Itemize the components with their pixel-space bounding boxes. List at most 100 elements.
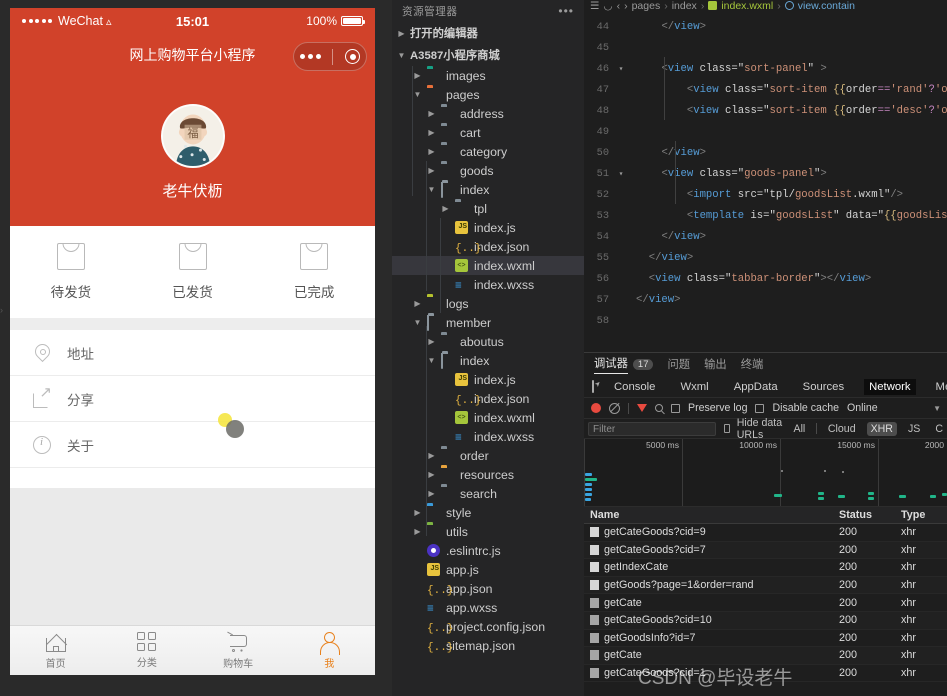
devtab-appdata[interactable]: AppData [729, 379, 783, 395]
tree-item-goods[interactable]: ▶ goods [392, 161, 584, 180]
breadcrumb-item-pages[interactable]: pages [632, 0, 661, 11]
column-header-status[interactable]: Status [839, 509, 901, 521]
tree-item-sitemap-json[interactable]: {..} sitemap.json [392, 636, 584, 655]
code-line[interactable]: 54 </view> [584, 227, 947, 248]
tree-item-index-wxss[interactable]: ≡ index.wxss [392, 275, 584, 294]
tree-item-app-json[interactable]: {..} app.json [392, 579, 584, 598]
tree-item-order[interactable]: ▶ order [392, 446, 584, 465]
breadcrumb-split-icon[interactable]: ◡ [603, 0, 612, 11]
menu-row-address[interactable]: 地址 [10, 330, 375, 376]
breadcrumb-item-file[interactable]: index.wxml [721, 0, 773, 11]
project-root-section[interactable]: ▼ A3587小程序商城 [392, 44, 584, 66]
inspect-element-icon[interactable] [592, 380, 594, 393]
tree-item-images[interactable]: ▶ images [392, 66, 584, 85]
network-timeline[interactable]: 5000 ms 10000 ms 15000 ms 2000 [584, 439, 947, 507]
tree-item-member[interactable]: ▼ member [392, 313, 584, 332]
tree-item-index[interactable]: ▼ index [392, 180, 584, 199]
explorer-more-icon[interactable]: ••• [558, 4, 574, 18]
tree-item-logs[interactable]: ▶ logs [392, 294, 584, 313]
fold-chevron-icon[interactable]: ▾ [614, 59, 628, 80]
filter-type-all[interactable]: All [790, 422, 810, 436]
tree-item-address[interactable]: ▶ address [392, 104, 584, 123]
code-line[interactable]: 45 [584, 38, 947, 59]
tree-item-resources[interactable]: ▶ resources [392, 465, 584, 484]
throttling-select[interactable]: Online [847, 402, 878, 414]
filter-type-cloud[interactable]: Cloud [824, 422, 860, 436]
clear-button[interactable] [609, 402, 620, 414]
code-line[interactable]: 49 [584, 122, 947, 143]
code-line[interactable]: 47 <view class="sort-item {{order=='rand… [584, 80, 947, 101]
network-request-row[interactable]: getCateGoods?cid=9 200 xhr [584, 524, 947, 542]
order-cell-pending-ship[interactable]: 待发货 [10, 243, 132, 301]
disable-cache-checkbox[interactable] [755, 403, 765, 413]
tree-item--eslintrc-js[interactable]: .eslintrc.js [392, 541, 584, 560]
tree-item-app-wxss[interactable]: ≡ app.wxss [392, 598, 584, 617]
tree-item-aboutus[interactable]: ▶ aboutus [392, 332, 584, 351]
breadcrumb-menu-icon[interactable]: ☰ [590, 0, 599, 11]
tree-item-utils[interactable]: ▶ utils [392, 522, 584, 541]
network-request-row[interactable]: getGoodsInfo?id=7 200 xhr [584, 630, 947, 648]
tree-item-index-json[interactable]: {..} index.json [392, 389, 584, 408]
code-line[interactable]: 51 ▾ <view class="goods-panel"> [584, 164, 947, 185]
tab-category[interactable]: 分类 [101, 626, 192, 675]
tree-item-index-js[interactable]: JS index.js [392, 370, 584, 389]
tree-item-tpl[interactable]: ▶ tpl [392, 199, 584, 218]
fold-chevron-icon[interactable]: ▾ [614, 164, 628, 185]
tree-item-style[interactable]: ▶ style [392, 503, 584, 522]
tree-item-pages[interactable]: ▼ pages [392, 85, 584, 104]
record-button[interactable] [591, 403, 601, 413]
breadcrumb-item-index[interactable]: index [672, 0, 697, 11]
filter-input[interactable]: Filter [588, 421, 716, 436]
network-request-row[interactable]: getCate 200 xhr [584, 594, 947, 612]
network-request-row[interactable]: getGoods?page=1&order=rand 200 xhr [584, 576, 947, 595]
more-menu-icon[interactable] [299, 54, 321, 59]
tree-item-index[interactable]: ▼ index [392, 351, 584, 370]
tab-home[interactable]: 首页 [10, 626, 101, 675]
tab-terminal[interactable]: 终端 [741, 356, 764, 374]
code-line[interactable]: 53 <template is="goodsList" data="{{good… [584, 206, 947, 227]
order-cell-completed[interactable]: 已完成 [253, 243, 375, 301]
menu-row-about[interactable]: 关于 [10, 422, 375, 468]
devtab-memory[interactable]: Memory [931, 379, 947, 395]
tab-debugger[interactable]: 调试器 [594, 355, 628, 374]
hide-data-urls-checkbox[interactable] [723, 424, 730, 433]
tree-item-index-js[interactable]: JS index.js [392, 218, 584, 237]
tree-item-category[interactable]: ▶ category [392, 142, 584, 161]
tree-item-index-wxml[interactable]: <> index.wxml [392, 408, 584, 427]
avatar[interactable]: 福 [160, 103, 225, 168]
network-request-row[interactable]: getCateGoods?cid=7 200 xhr [584, 541, 947, 560]
menu-row-share[interactable]: 分享 [10, 376, 375, 422]
tree-item-index-wxss[interactable]: ≡ index.wxss [392, 427, 584, 446]
column-header-name[interactable]: Name [584, 509, 839, 521]
open-editors-section[interactable]: ▶ 打开的编辑器 [392, 22, 584, 44]
capsule-button[interactable] [293, 42, 367, 71]
network-request-row[interactable]: getCateGoods?cid=10 200 xhr [584, 611, 947, 630]
search-icon[interactable] [655, 404, 663, 412]
preserve-log-checkbox[interactable] [671, 403, 680, 413]
tab-cart[interactable]: 购物车 [193, 626, 284, 675]
tree-item-search[interactable]: ▶ search [392, 484, 584, 503]
code-line[interactable]: 55 </view> [584, 248, 947, 269]
tree-item-index-json[interactable]: {..} index.json [392, 237, 584, 256]
breadcrumb-back-icon[interactable]: ‹ [617, 0, 621, 11]
filter-type-xhr[interactable]: XHR [866, 421, 897, 436]
code-content[interactable]: 44 </view> 45 46 ▾ <view class="sort-panel"… [584, 11, 947, 332]
tree-item-index-wxml[interactable]: <> index.wxml [392, 256, 584, 275]
code-line[interactable]: 44 </view> [584, 17, 947, 38]
code-line[interactable]: 50 </view> [584, 143, 947, 164]
column-header-type[interactable]: Type [901, 509, 947, 521]
devtab-sources[interactable]: Sources [798, 379, 849, 395]
code-line[interactable]: 48 <view class="sort-item {{order=='desc… [584, 101, 947, 122]
devtab-network[interactable]: Network [864, 378, 916, 395]
tab-output[interactable]: 输出 [704, 356, 727, 374]
code-line[interactable]: 52 <import src="tpl/goodsList.wxml"/> [584, 185, 947, 206]
code-line[interactable]: 46 ▾ <view class="sort-panel" > [584, 59, 947, 80]
devtab-wxml[interactable]: Wxml [675, 379, 713, 395]
tree-item-cart[interactable]: ▶ cart [392, 123, 584, 142]
tab-me[interactable]: 我 [284, 626, 375, 675]
tree-item-project-config-json[interactable]: {..} project.config.json [392, 617, 584, 636]
filter-type-css[interactable]: C [931, 422, 947, 436]
code-line[interactable]: 57 </view> [584, 290, 947, 311]
code-line[interactable]: 56 <view class="tabbar-border"></view> [584, 269, 947, 290]
chevron-down-icon[interactable]: ▼ [933, 404, 941, 413]
